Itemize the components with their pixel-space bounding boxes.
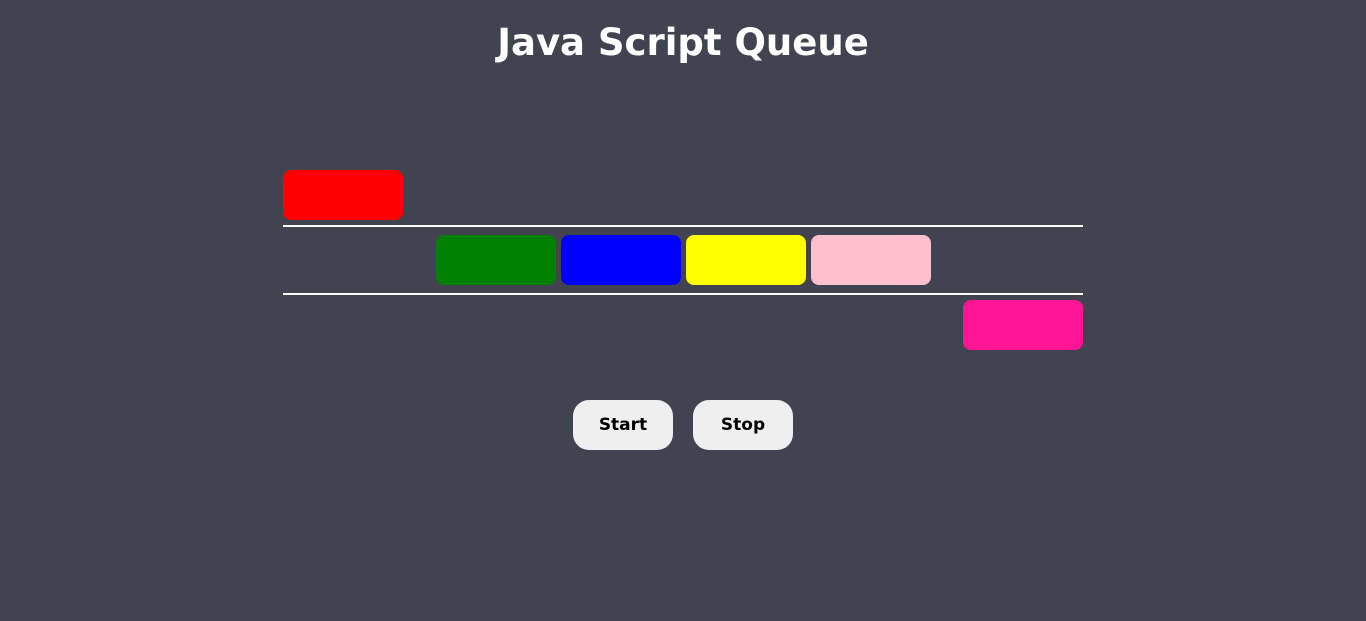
queue-area — [283, 170, 1083, 351]
start-button[interactable]: Start — [573, 400, 673, 450]
queue-bottom-line — [283, 293, 1083, 295]
stop-button[interactable]: Stop — [693, 400, 793, 450]
queue-item-box — [436, 235, 556, 285]
dequeued-item-box — [283, 170, 403, 220]
queue-item-box — [811, 235, 931, 285]
queue-top-line — [283, 225, 1083, 227]
incoming-item-box — [963, 300, 1083, 350]
queue-item-box — [686, 235, 806, 285]
queue-item-box — [561, 235, 681, 285]
page-title: Java Script Queue — [497, 21, 869, 64]
controls: Start Stop — [573, 400, 793, 450]
